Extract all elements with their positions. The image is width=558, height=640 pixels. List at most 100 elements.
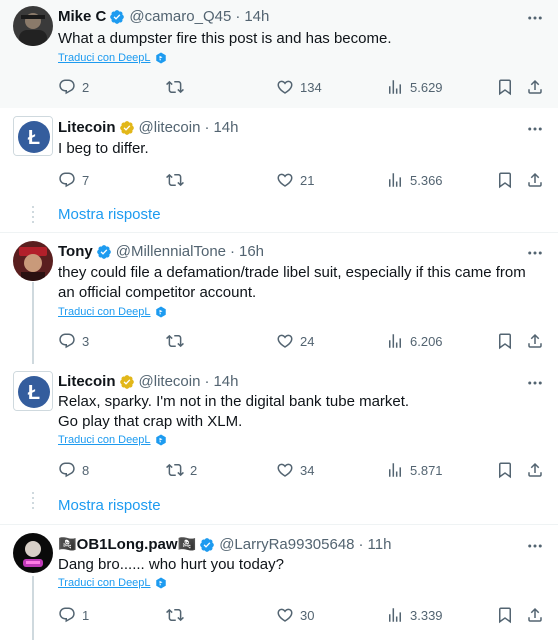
like-button[interactable]: 21 bbox=[276, 170, 314, 190]
like-icon bbox=[276, 332, 294, 350]
tweet-litecoin-1[interactable]: Ł Litecoin @litecoin · 14h I beg to diff… bbox=[0, 108, 558, 198]
like-button[interactable]: 30 bbox=[276, 605, 314, 625]
reply-icon bbox=[58, 171, 76, 189]
reply-count: 1 bbox=[82, 607, 90, 623]
translate-link[interactable]: Traduci con DeepL bbox=[58, 305, 167, 319]
more-icon[interactable] bbox=[526, 537, 544, 555]
views-count: 3.339 bbox=[410, 607, 443, 623]
translate-link[interactable]: Traduci con DeepL bbox=[58, 51, 167, 65]
views-icon bbox=[386, 332, 404, 350]
tweet-text: they could file a defamation/trade libel… bbox=[58, 264, 526, 301]
show-more-replies-link[interactable]: Mostra risposte bbox=[58, 205, 161, 225]
display-name[interactable]: Tony bbox=[58, 242, 93, 262]
more-icon[interactable] bbox=[526, 9, 544, 27]
translate-link[interactable]: Traduci con DeepL bbox=[58, 576, 167, 590]
views-button[interactable]: 3.339 bbox=[386, 605, 443, 625]
bookmark-button[interactable] bbox=[496, 605, 514, 625]
like-button[interactable]: 134 bbox=[276, 77, 322, 97]
share-button[interactable] bbox=[526, 77, 544, 97]
retweet-button[interactable] bbox=[166, 77, 190, 97]
reply-button[interactable]: 3 bbox=[58, 331, 89, 351]
share-icon bbox=[526, 461, 544, 479]
retweet-button[interactable] bbox=[166, 331, 190, 351]
reply-button[interactable]: 7 bbox=[58, 170, 89, 190]
tweet-text: What a dumpster fire this post is and ha… bbox=[58, 30, 392, 47]
retweet-button[interactable]: 2 bbox=[166, 460, 197, 480]
display-name[interactable]: 🏴‍☠️OB1Long.paw🏴‍☠️ bbox=[58, 535, 196, 555]
display-name[interactable]: Mike C bbox=[58, 7, 106, 27]
action-bar: 2 134 5.629 bbox=[58, 77, 542, 97]
retweet-button[interactable] bbox=[166, 170, 190, 190]
reply-icon bbox=[58, 606, 76, 624]
reply-button[interactable]: 8 bbox=[58, 460, 89, 480]
action-bar: 3 24 6.206 bbox=[58, 331, 542, 351]
like-button[interactable]: 34 bbox=[276, 460, 314, 480]
bookmark-button[interactable] bbox=[496, 170, 514, 190]
timestamp[interactable]: 11h bbox=[368, 535, 392, 555]
retweet-button[interactable] bbox=[166, 605, 190, 625]
bookmark-button[interactable] bbox=[496, 77, 514, 97]
translate-link[interactable]: Traduci con DeepL bbox=[58, 433, 167, 447]
tweet-tony[interactable]: Tony @MillennialTone · 16h they could fi… bbox=[0, 233, 558, 363]
timestamp[interactable]: 14h bbox=[244, 7, 269, 27]
retweet-icon bbox=[166, 332, 184, 350]
user-handle[interactable]: @MillennialTone bbox=[116, 242, 226, 262]
timestamp[interactable]: 14h bbox=[213, 372, 238, 392]
views-icon bbox=[386, 461, 404, 479]
bookmark-button[interactable] bbox=[496, 460, 514, 480]
timestamp[interactable]: 16h bbox=[239, 242, 264, 262]
avatar[interactable] bbox=[13, 533, 53, 573]
more-icon[interactable] bbox=[526, 120, 544, 138]
avatar[interactable]: Ł bbox=[13, 116, 53, 156]
avatar[interactable]: Ł bbox=[13, 371, 53, 411]
like-button[interactable]: 24 bbox=[276, 331, 314, 351]
views-button[interactable]: 6.206 bbox=[386, 331, 443, 351]
share-button[interactable] bbox=[526, 460, 544, 480]
like-count: 21 bbox=[300, 172, 315, 188]
verified-badge-icon bbox=[199, 537, 215, 553]
tweet-header: Tony @MillennialTone · 16h bbox=[58, 242, 264, 262]
show-more-replies-link[interactable]: Mostra risposte bbox=[58, 496, 161, 516]
retweet-icon bbox=[166, 606, 184, 624]
share-button[interactable] bbox=[526, 170, 544, 190]
avatar[interactable] bbox=[13, 6, 53, 46]
user-handle[interactable]: @litecoin bbox=[139, 372, 201, 392]
retweet-count: 2 bbox=[190, 462, 198, 478]
user-handle[interactable]: @LarryRa99305648 bbox=[219, 535, 354, 555]
bookmark-button[interactable] bbox=[496, 331, 514, 351]
user-handle[interactable]: @camaro_Q45 bbox=[129, 7, 231, 27]
views-button[interactable]: 5.629 bbox=[386, 77, 443, 97]
verified-badge-icon bbox=[109, 9, 125, 25]
views-button[interactable]: 5.871 bbox=[386, 460, 443, 480]
translate-label: Traduci con DeepL bbox=[58, 306, 151, 318]
translate-label: Traduci con DeepL bbox=[58, 434, 151, 446]
reply-icon bbox=[58, 461, 76, 479]
separator-dot: · bbox=[204, 119, 210, 136]
share-button[interactable] bbox=[526, 605, 544, 625]
tweet-mike-c[interactable]: Mike C @camaro_Q45 · 14h What a dumpster… bbox=[0, 0, 558, 108]
timestamp[interactable]: 14h bbox=[213, 118, 238, 138]
share-button[interactable] bbox=[526, 331, 544, 351]
more-icon[interactable] bbox=[526, 374, 544, 392]
user-handle[interactable]: @litecoin bbox=[139, 118, 201, 138]
views-button[interactable]: 5.366 bbox=[386, 170, 443, 190]
tweet-ob1long[interactable]: 🏴‍☠️OB1Long.paw🏴‍☠️ @LarryRa99305648 · 1… bbox=[0, 525, 558, 640]
display-name[interactable]: Litecoin bbox=[58, 372, 116, 392]
display-name[interactable]: Litecoin bbox=[58, 118, 116, 138]
thread-dots bbox=[32, 206, 34, 226]
tweet-header: Litecoin @litecoin · 14h bbox=[58, 372, 238, 392]
action-bar: 7 21 5.366 bbox=[58, 170, 542, 190]
share-icon bbox=[526, 606, 544, 624]
reply-button[interactable]: 2 bbox=[58, 77, 89, 97]
more-icon[interactable] bbox=[526, 244, 544, 262]
tweet-text: I beg to differ. bbox=[58, 140, 149, 157]
separator-dot: · bbox=[204, 373, 210, 390]
share-icon bbox=[526, 332, 544, 350]
avatar[interactable] bbox=[13, 241, 53, 281]
bookmark-icon bbox=[496, 332, 514, 350]
reply-button[interactable]: 1 bbox=[58, 605, 89, 625]
retweet-icon bbox=[166, 78, 184, 96]
tweet-litecoin-2[interactable]: Ł Litecoin @litecoin · 14h Relax, sparky… bbox=[0, 363, 558, 485]
deepl-icon bbox=[155, 434, 167, 446]
like-icon bbox=[276, 78, 294, 96]
